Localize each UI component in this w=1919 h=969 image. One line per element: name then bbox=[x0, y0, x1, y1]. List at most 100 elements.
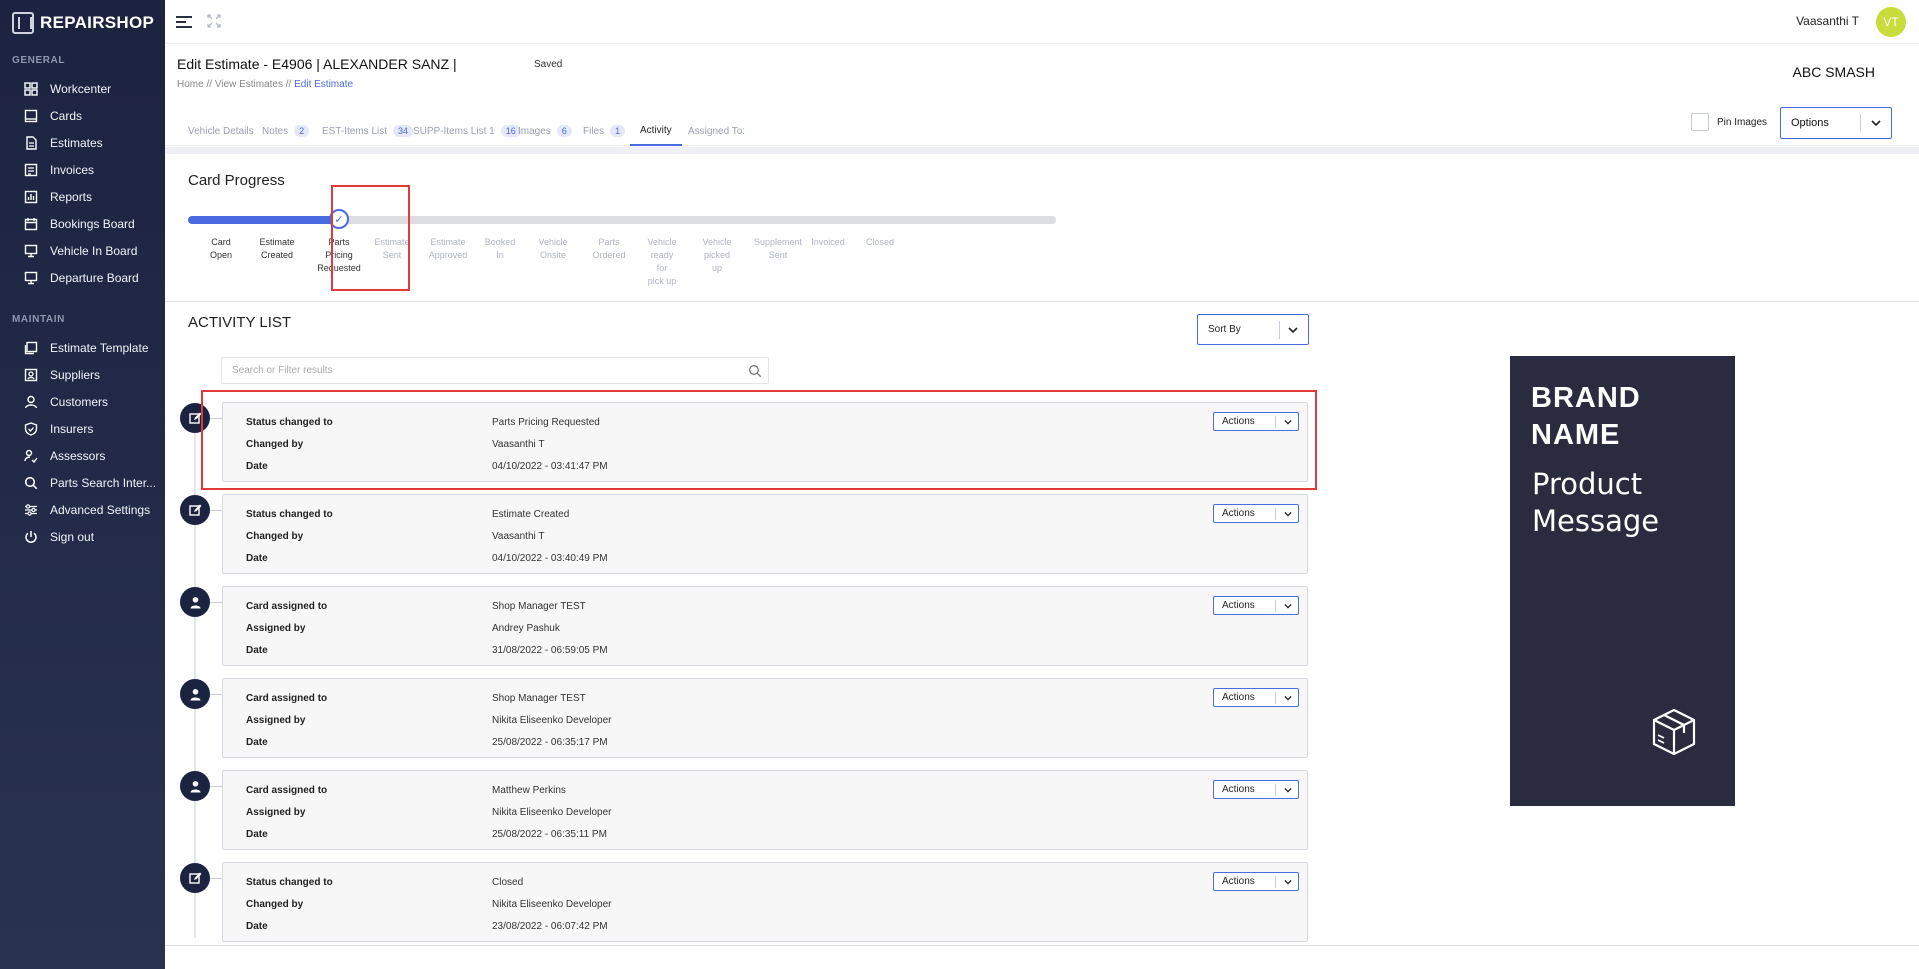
pin-images-checkbox[interactable] bbox=[1691, 113, 1709, 131]
sidebar-item-insurers[interactable]: Insurers bbox=[0, 415, 165, 442]
activity-row: Date 25/08/2022 - 06:35:17 PM bbox=[246, 737, 608, 748]
tab-bar: Vehicle Details Notes 2 EST-Items List 34 SUP… bbox=[165, 100, 1919, 146]
actions-dropdown[interactable]: Actions bbox=[1213, 872, 1299, 891]
chevron-down-icon bbox=[1284, 695, 1292, 701]
sidebar-item-invoices[interactable]: Invoices bbox=[0, 156, 165, 183]
report-icon bbox=[24, 190, 38, 204]
progress-step: Invoiced bbox=[811, 237, 845, 247]
sidebar-item-label: Estimate Template bbox=[50, 340, 149, 355]
breadcrumb-home[interactable]: Home bbox=[177, 79, 204, 90]
sidebar-item-label: Vehicle In Board bbox=[50, 243, 138, 258]
user-name[interactable]: Vaasanthi T bbox=[1796, 14, 1859, 28]
sidebar-item-label: Sign out bbox=[50, 529, 95, 544]
search-icon[interactable] bbox=[748, 364, 762, 378]
activity-card: Card assigned to Shop Manager TEST Assigne… bbox=[222, 678, 1308, 758]
tab-count-badge: 6 bbox=[556, 125, 572, 137]
sidebar-item-label: Parts Search Inter... bbox=[50, 475, 157, 490]
tab-notes[interactable]: Notes 2 bbox=[262, 120, 310, 146]
sidebar-item-estimates[interactable]: Estimates bbox=[0, 129, 165, 156]
sidebar: REPAIRSHOP GENERAL Workcenter Cards Estima… bbox=[0, 0, 165, 969]
app-logo[interactable]: REPAIRSHOP bbox=[12, 10, 154, 36]
sidebar-item-customers[interactable]: Customers bbox=[0, 388, 165, 415]
actions-dropdown[interactable]: Actions bbox=[1213, 504, 1299, 523]
fullscreen-icon[interactable] bbox=[207, 14, 221, 28]
pin-images-toggle[interactable]: Pin Images bbox=[1691, 113, 1767, 131]
edit-icon bbox=[180, 863, 210, 893]
sort-by-dropdown[interactable]: Sort By bbox=[1197, 314, 1309, 345]
activity-row: Assigned by Nikita Eliseenko Developer bbox=[246, 807, 612, 818]
progress-step: Parts Ordered bbox=[592, 237, 626, 260]
progress-step: Estimate Approved bbox=[428, 237, 468, 260]
activity-row: Assigned by Nikita Eliseenko Developer bbox=[246, 715, 612, 726]
tab-assigned-to[interactable]: Assigned To: bbox=[688, 120, 745, 146]
search-icon bbox=[24, 476, 38, 490]
sidebar-item-departure-board[interactable]: Departure Board bbox=[0, 264, 165, 291]
template-icon bbox=[24, 341, 38, 355]
actions-dropdown[interactable]: Actions bbox=[1213, 596, 1299, 615]
sidebar-item-label: Cards bbox=[50, 108, 83, 123]
tab-images[interactable]: Images 6 bbox=[518, 120, 572, 146]
sidebar-item-label: Invoices bbox=[50, 162, 95, 177]
invoice-icon bbox=[24, 163, 38, 177]
highlight-latest-activity bbox=[201, 390, 1317, 490]
sidebar-item-advanced-settings[interactable]: Advanced Settings bbox=[0, 496, 165, 523]
progress-step: Card Open bbox=[209, 237, 233, 260]
menu-toggle-icon[interactable] bbox=[176, 16, 192, 28]
progress-step: Vehicle picked up bbox=[702, 237, 732, 273]
sidebar-item-estimate-template[interactable]: Estimate Template bbox=[0, 334, 165, 361]
assessor-icon bbox=[24, 449, 38, 463]
sidebar-item-suppliers[interactable]: Suppliers bbox=[0, 361, 165, 388]
topbar: Vaasanthi T VT bbox=[165, 0, 1919, 44]
tab-est-items-list[interactable]: EST-Items List 34 bbox=[322, 120, 414, 146]
tab-vehicle-details[interactable]: Vehicle Details bbox=[188, 120, 254, 146]
sidebar-item-parts-search-inter[interactable]: Parts Search Inter... bbox=[0, 469, 165, 496]
sidebar-item-workcenter[interactable]: Workcenter bbox=[0, 75, 165, 102]
breadcrumb-edit-estimate[interactable]: Edit Estimate bbox=[294, 79, 353, 90]
actions-dropdown[interactable]: Actions bbox=[1213, 688, 1299, 707]
activity-row: Status changed to Closed bbox=[246, 877, 524, 888]
sidebar-item-assessors[interactable]: Assessors bbox=[0, 442, 165, 469]
tab-count-badge: 2 bbox=[294, 125, 310, 137]
sidebar-item-sign-out[interactable]: Sign out bbox=[0, 523, 165, 550]
calendar-icon bbox=[24, 217, 38, 231]
sidebar-item-label: Assessors bbox=[50, 448, 106, 463]
ad-banner[interactable]: BRAND NAME Product Message bbox=[1510, 356, 1735, 806]
tab-files[interactable]: Files 1 bbox=[583, 120, 626, 146]
sidebar-item-vehicle-in-board[interactable]: Vehicle In Board bbox=[0, 237, 165, 264]
breadcrumb-view-estimates[interactable]: View Estimates bbox=[215, 79, 283, 90]
avatar[interactable]: VT bbox=[1876, 7, 1906, 37]
sidebar-item-label: Reports bbox=[50, 189, 93, 204]
user-icon bbox=[24, 395, 38, 409]
activity-row: Changed by Vaasanthi T bbox=[246, 531, 545, 542]
board-icon bbox=[24, 271, 38, 285]
breadcrumb: Home // View Estimates // Edit Estimate bbox=[177, 79, 354, 90]
power-icon bbox=[24, 530, 38, 544]
logo-icon bbox=[12, 12, 34, 34]
tab-activity[interactable]: Activity bbox=[630, 120, 682, 146]
sidebar-item-reports[interactable]: Reports bbox=[0, 183, 165, 210]
sidebar-item-cards[interactable]: Cards bbox=[0, 102, 165, 129]
user-icon bbox=[180, 679, 210, 709]
tab-supp-items-list-1[interactable]: SUPP-Items List 1 16 bbox=[413, 120, 521, 146]
activity-row: Card assigned to Shop Manager TEST bbox=[246, 693, 586, 704]
grid-icon bbox=[24, 81, 38, 96]
progress-step: Supplement Sent bbox=[753, 237, 803, 260]
chevron-down-icon bbox=[1871, 120, 1881, 127]
options-dropdown[interactable]: Options bbox=[1780, 107, 1892, 139]
search-input[interactable]: Search or Filter results bbox=[221, 357, 769, 384]
chevron-down-icon bbox=[1288, 327, 1298, 334]
activity-list-title: ACTIVITY LIST bbox=[188, 314, 292, 331]
card-progress-title: Card Progress bbox=[188, 172, 285, 189]
board-icon bbox=[24, 244, 38, 258]
card-progress: Card Progress Card Open Estimate Created Par… bbox=[165, 154, 1919, 302]
sidebar-item-bookings-board[interactable]: Bookings Board bbox=[0, 210, 165, 237]
activity-row: Changed by Nikita Eliseenko Developer bbox=[246, 899, 612, 910]
activity-card: Card assigned to Matthew Perkins Assigned … bbox=[222, 770, 1308, 850]
chevron-down-icon bbox=[1284, 879, 1292, 885]
actions-dropdown[interactable]: Actions bbox=[1213, 780, 1299, 799]
sidebar-item-label: Suppliers bbox=[50, 367, 101, 382]
sidebar-item-label: Insurers bbox=[50, 421, 94, 436]
activity-row: Card assigned to Matthew Perkins bbox=[246, 785, 566, 796]
edit-icon bbox=[180, 495, 210, 525]
user-icon bbox=[180, 587, 210, 617]
